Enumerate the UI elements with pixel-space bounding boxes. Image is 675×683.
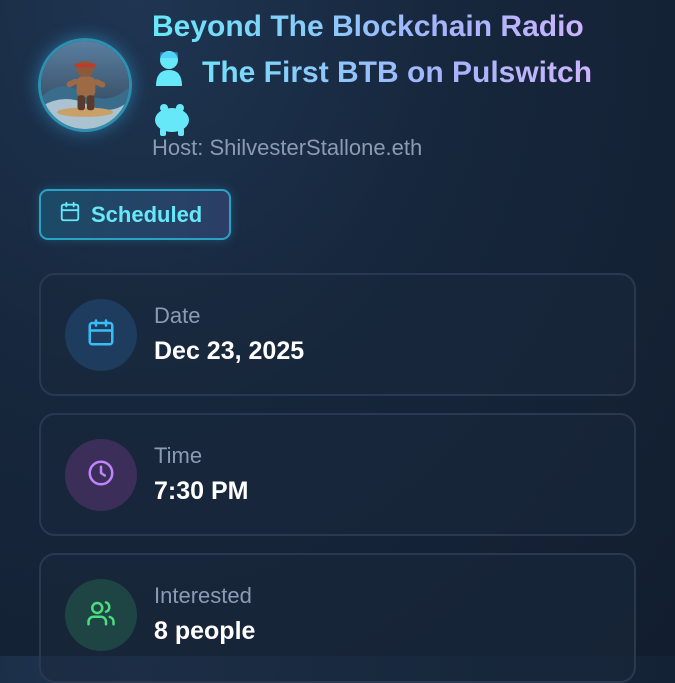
- date-value: Dec 23, 2025: [154, 337, 305, 365]
- users-icon: [86, 598, 116, 633]
- interested-value: 8 people: [154, 617, 256, 645]
- event-title-line2: The First BTB on Pulswitch: [152, 48, 632, 100]
- time-card: Time 7:30 PM: [39, 413, 636, 536]
- event-host[interactable]: Host: ShilvesterStallone.eth: [152, 135, 422, 161]
- status-badge: Scheduled: [39, 189, 231, 240]
- event-title-subtitle: The First BTB on Pulswitch: [202, 56, 593, 89]
- interested-card: Interested 8 people: [39, 553, 636, 683]
- interested-icon-circle: [65, 579, 137, 651]
- time-label: Time: [154, 443, 203, 468]
- time-icon-circle: [65, 439, 137, 511]
- host-avatar[interactable]: [38, 38, 132, 132]
- surfer-avatar-image: [41, 41, 129, 129]
- bust-in-silhouette-icon: [152, 48, 186, 100]
- clock-icon: [86, 458, 116, 493]
- date-icon-circle: [65, 299, 137, 371]
- calendar-icon: [86, 318, 116, 353]
- status-badge-label: Scheduled: [91, 201, 203, 227]
- interested-label: Interested: [154, 583, 252, 608]
- date-label: Date: [154, 303, 201, 328]
- date-card: Date Dec 23, 2025: [39, 273, 636, 396]
- event-title-line1: Beyond The Blockchain Radio: [152, 10, 584, 43]
- time-value: 7:30 PM: [154, 477, 249, 505]
- event-title: Beyond The Blockchain Radio The First BT…: [152, 6, 632, 148]
- calendar-icon: [59, 201, 81, 228]
